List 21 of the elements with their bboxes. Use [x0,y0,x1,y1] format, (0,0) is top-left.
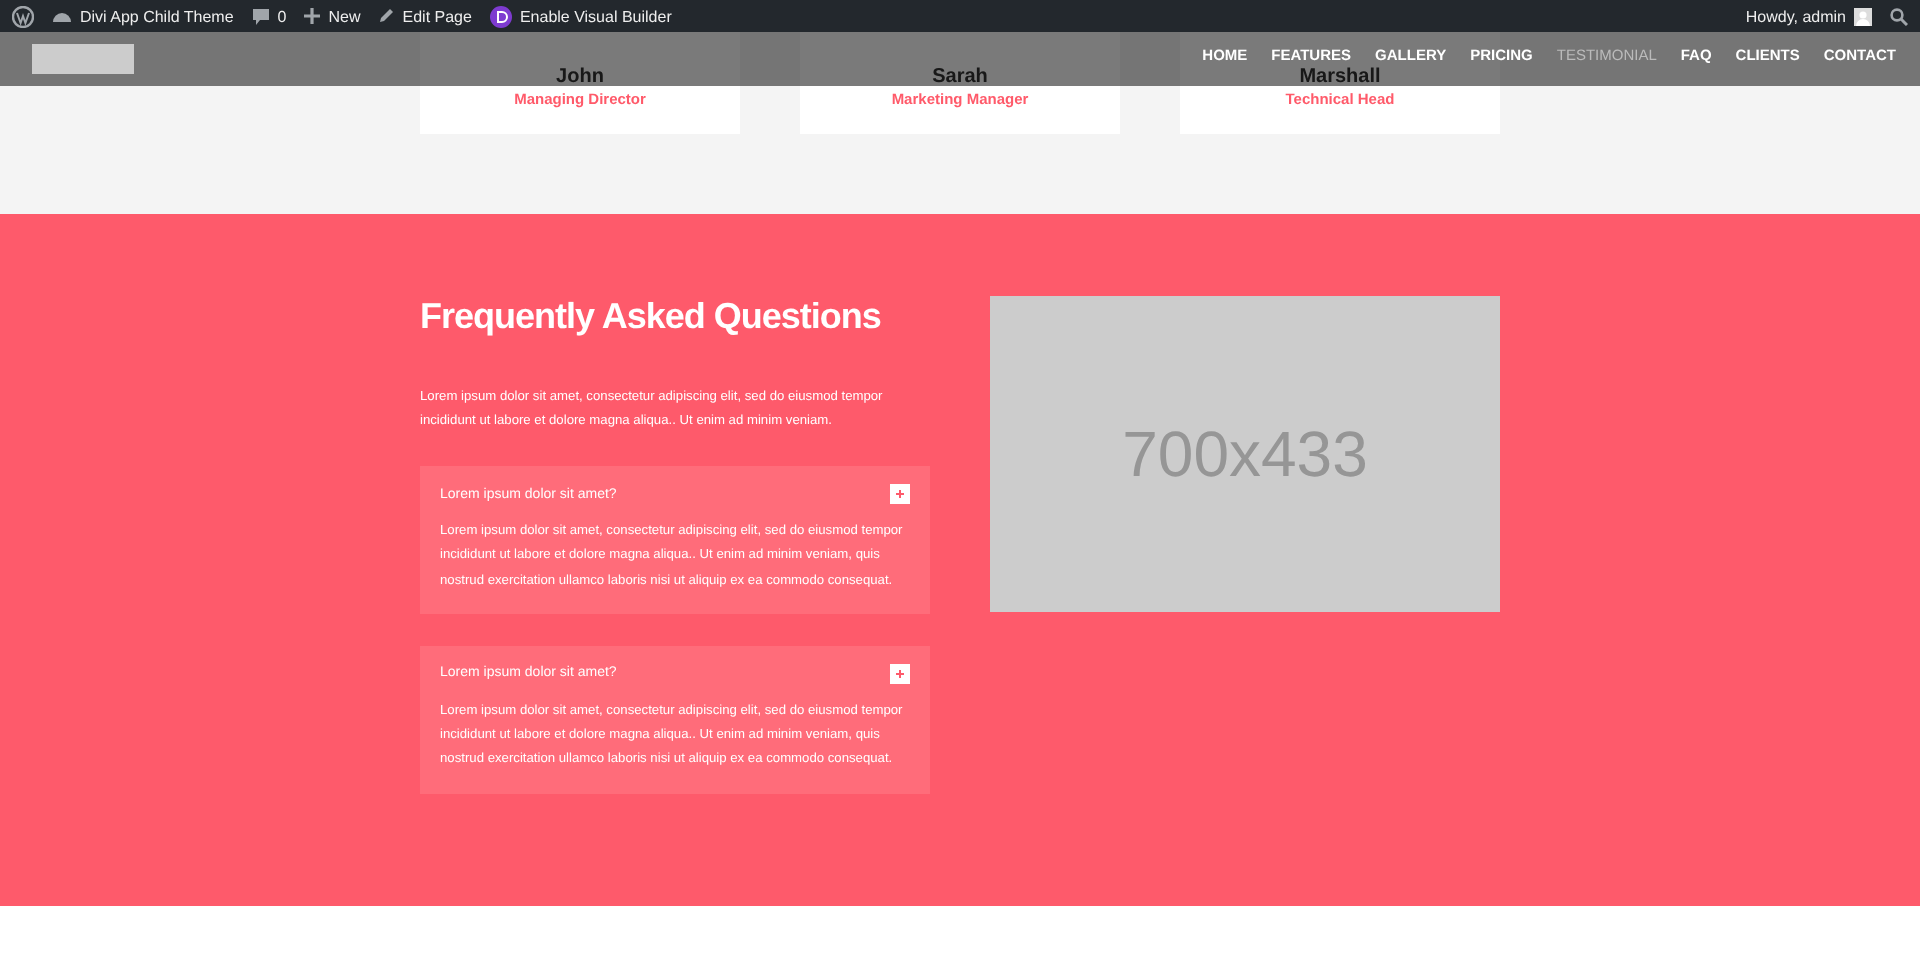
member-name: John [556,66,604,88]
search-icon[interactable] [1890,7,1908,25]
faq-toggle[interactable] [420,645,930,794]
member-name: Marshall [1299,66,1381,88]
faq-toggle[interactable] [420,466,930,614]
site-link[interactable]: Divi App Child Theme [80,7,234,25]
edit-page-link[interactable]: Edit Page [402,7,472,25]
dashboard-icon[interactable] [52,8,72,24]
pencil-icon[interactable] [378,8,395,24]
avatar-icon[interactable] [1854,7,1872,25]
builder-icon[interactable] [489,5,512,27]
plus-icon[interactable] [304,8,321,24]
new-link[interactable]: New [328,7,361,25]
wordpress-logo-icon[interactable] [12,5,34,27]
comment-icon[interactable] [251,7,270,25]
greeting-link[interactable]: Howdy, admin [1745,7,1846,25]
plus-icon[interactable] [890,484,910,504]
visual-builder-link[interactable]: Enable Visual Builder [519,7,672,25]
comment-count[interactable]: 0 [277,7,287,25]
section-heading: Frequently Asked Questions [420,296,883,338]
member-name: Sarah [932,66,988,88]
